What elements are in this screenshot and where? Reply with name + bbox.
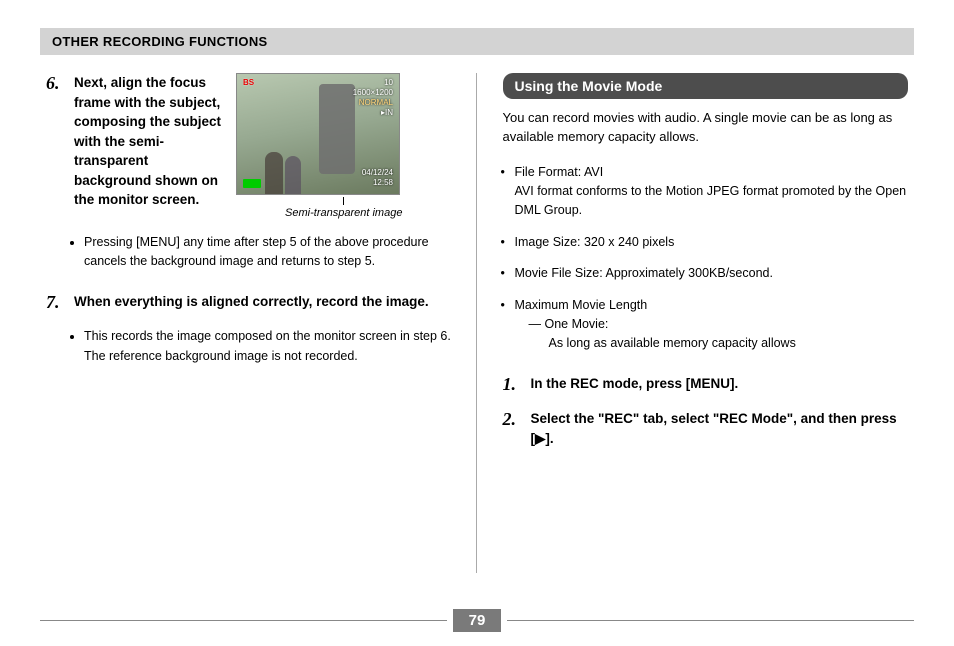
note-item: Pressing [MENU] any time after step 5 of… <box>84 233 452 272</box>
step-7: 7. When everything is aligned correctly,… <box>46 292 452 314</box>
bs-indicator-icon: BS <box>243 78 254 87</box>
spec-detail: AVI format conforms to the Motion JPEG f… <box>515 184 907 217</box>
dash-text: As long as available memory capacity all… <box>529 334 909 353</box>
right-column: Using the Movie Mode You can record movi… <box>477 73 915 573</box>
step-number: 1. <box>503 374 523 396</box>
step-number: 6. <box>46 73 66 219</box>
spec-label: Maximum Movie Length <box>515 298 648 312</box>
movie-step-1: 1. In the REC mode, press [MENU]. <box>503 374 909 396</box>
step-7-text: When everything is aligned correctly, re… <box>74 292 452 314</box>
step-7-notes: This records the image composed on the m… <box>84 327 452 366</box>
spec-max-length: Maximum Movie Length — One Movie: As lon… <box>505 296 909 354</box>
page-footer: 79 <box>40 609 914 632</box>
monitor-screenshot: BS 10 1600×1200 NORMAL ▸IN <box>236 73 400 195</box>
monitor-overlay-info: 10 1600×1200 NORMAL ▸IN <box>353 78 393 118</box>
step-number: 2. <box>503 409 523 448</box>
page-number: 79 <box>453 609 502 632</box>
figure-caption: Semi-transparent image <box>236 207 452 219</box>
person-shape-2 <box>285 156 301 194</box>
step-6: 6. Next, align the focus frame with the … <box>46 73 452 219</box>
note-item: This records the image composed on the m… <box>84 327 452 366</box>
footer-rule-right <box>507 620 914 621</box>
step-6-notes: Pressing [MENU] any time after step 5 of… <box>84 233 452 272</box>
movie-mode-intro: You can record movies with audio. A sing… <box>503 109 909 147</box>
spec-file-size: Movie File Size: Approximately 300KB/sec… <box>505 264 909 283</box>
movie-mode-heading: Using the Movie Mode <box>503 73 909 99</box>
quality-label: NORMAL <box>353 98 393 108</box>
monitor-figure: BS 10 1600×1200 NORMAL ▸IN <box>236 73 452 219</box>
step-6-text: Next, align the focus frame with the sub… <box>74 73 224 210</box>
time-label: 12:58 <box>362 178 393 188</box>
resolution-label: 1600×1200 <box>353 88 393 98</box>
battery-icon <box>243 179 261 188</box>
storage-label: ▸IN <box>353 108 393 118</box>
spec-label: File Format: AVI <box>515 165 604 179</box>
callout-line-icon <box>343 197 344 205</box>
movie-step-2: 2. Select the "REC" tab, select "REC Mod… <box>503 409 909 448</box>
left-column: 6. Next, align the focus frame with the … <box>40 73 477 573</box>
date-label: 04/12/24 <box>362 168 393 178</box>
movie-step-1-text: In the REC mode, press [MENU]. <box>531 374 909 396</box>
monitor-datetime: 04/12/24 12:58 <box>362 168 393 188</box>
person-shape <box>265 152 283 194</box>
dash-label: — One Movie: <box>529 315 609 334</box>
step-body: Next, align the focus frame with the sub… <box>74 73 452 219</box>
spec-subitem: — One Movie: As long as available memory… <box>515 315 909 354</box>
step-number: 7. <box>46 292 66 314</box>
movie-step-2-text: Select the "REC" tab, select "REC Mode",… <box>531 409 909 448</box>
content-columns: 6. Next, align the focus frame with the … <box>40 73 914 573</box>
spec-image-size: Image Size: 320 x 240 pixels <box>505 233 909 252</box>
spec-file-format: File Format: AVI AVI format conforms to … <box>505 163 909 221</box>
footer-rule-left <box>40 620 447 621</box>
shots-remaining: 10 <box>353 78 393 88</box>
movie-mode-specs: File Format: AVI AVI format conforms to … <box>505 163 909 354</box>
section-header: OTHER RECORDING FUNCTIONS <box>40 28 914 55</box>
lantern-shape <box>319 84 355 174</box>
